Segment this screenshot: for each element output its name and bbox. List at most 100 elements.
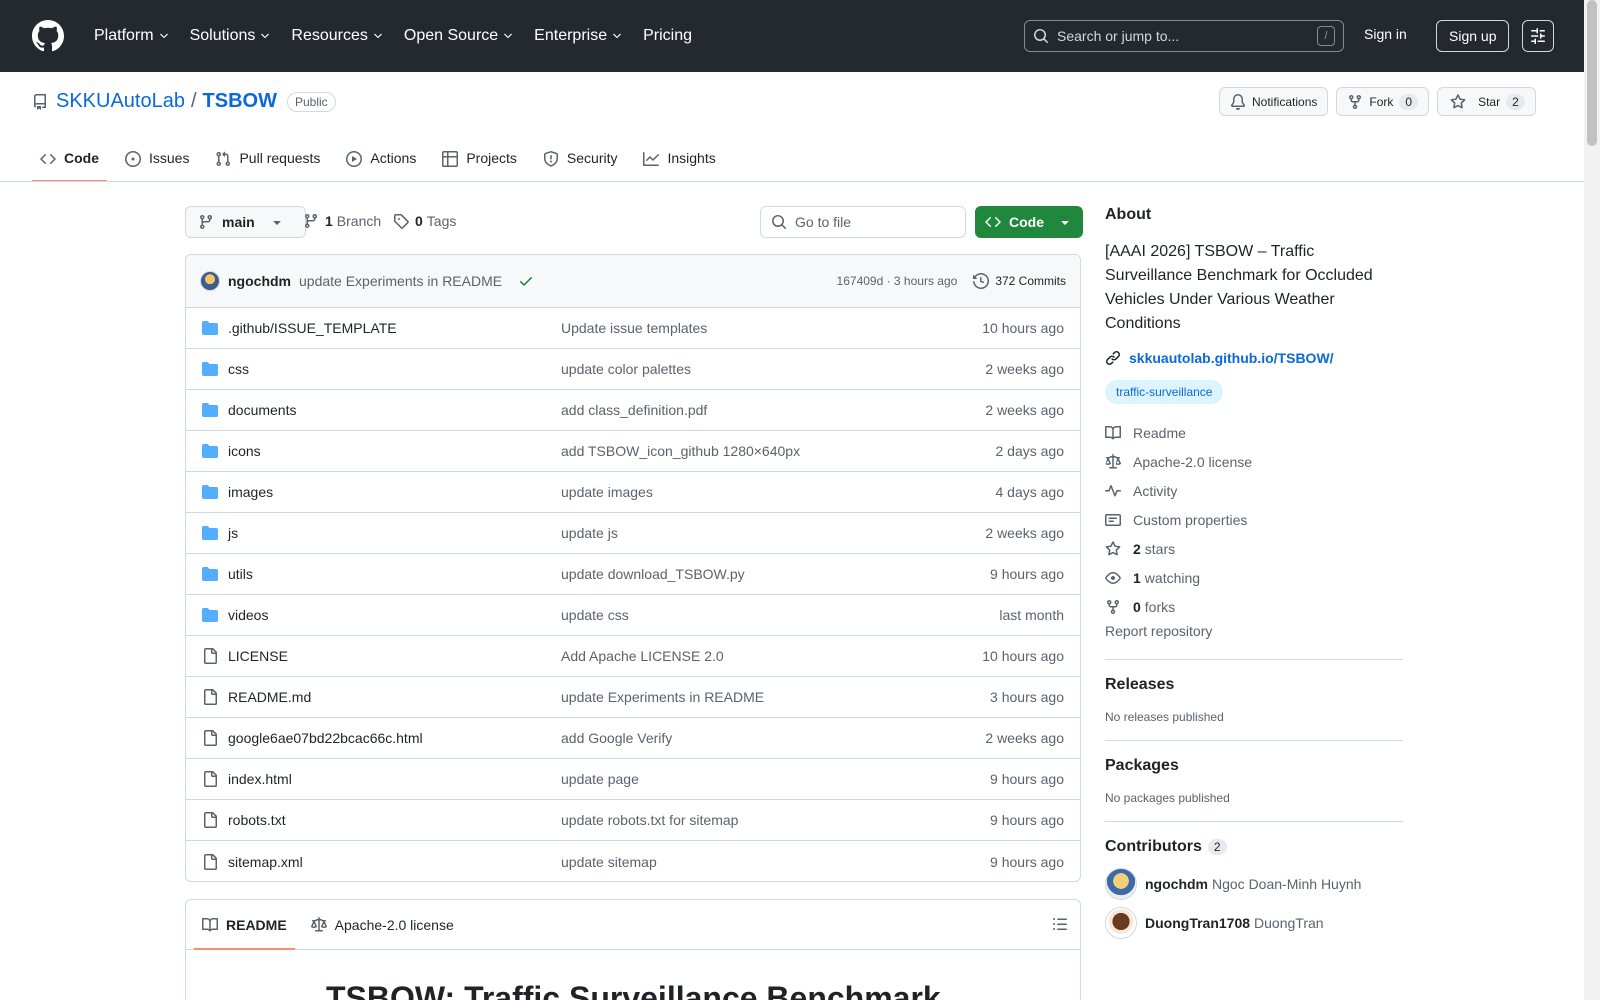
sliders-menu-button[interactable]	[1522, 20, 1554, 52]
github-logo-icon[interactable]	[32, 20, 64, 52]
tab-actions[interactable]: Actions	[338, 142, 424, 182]
table-row[interactable]: README.md update Experiments in README 3 h…	[186, 677, 1080, 718]
tab-pull-requests[interactable]: Pull requests	[207, 142, 328, 182]
nav-pricing[interactable]: Pricing	[635, 27, 700, 45]
file-commit-message-link[interactable]: update download_TSBOW.py	[561, 566, 990, 582]
file-commit-message-link[interactable]: update css	[561, 607, 999, 623]
tab-insights[interactable]: Insights	[635, 142, 723, 182]
file-commit-message-link[interactable]: Add Apache LICENSE 2.0	[561, 648, 982, 664]
global-search-input[interactable]: Search or jump to... /	[1024, 20, 1344, 52]
table-row[interactable]: css update color palettes 2 weeks ago	[186, 349, 1080, 390]
contributors-title[interactable]: Contributors 2	[1105, 838, 1403, 856]
file-name-link[interactable]: utils	[228, 566, 561, 582]
file-commit-message-link[interactable]: update page	[561, 771, 990, 787]
file-name-link[interactable]: robots.txt	[228, 812, 561, 828]
activity-link[interactable]: Activity	[1105, 476, 1403, 505]
stars-link[interactable]: 2 stars	[1105, 534, 1403, 563]
table-row[interactable]: documents add class_definition.pdf 2 weeks…	[186, 390, 1080, 431]
custom-properties-link[interactable]: Custom properties	[1105, 505, 1403, 534]
repo-name-link[interactable]: TSBOW	[203, 90, 277, 113]
table-row[interactable]: icons add TSBOW_icon_github 1280×640px 2 d…	[186, 431, 1080, 472]
file-name-link[interactable]: .github/ISSUE_TEMPLATE	[228, 320, 561, 336]
file-commit-message-link[interactable]: update images	[561, 484, 996, 500]
packages-title[interactable]: Packages	[1105, 757, 1403, 775]
license-link[interactable]: Apache-2.0 license	[1105, 447, 1403, 476]
check-icon[interactable]	[518, 273, 534, 289]
tab-projects[interactable]: Projects	[434, 142, 525, 182]
commit-message-link[interactable]: update Experiments in README	[299, 273, 502, 289]
table-row[interactable]: sitemap.xml update sitemap 9 hours ago	[186, 841, 1080, 881]
tab-code[interactable]: Code	[32, 142, 107, 182]
page-scrollbar[interactable]	[1584, 0, 1600, 1000]
nav-enterprise[interactable]: Enterprise	[526, 27, 631, 45]
table-row[interactable]: videos update css last month	[186, 595, 1080, 636]
file-name-link[interactable]: css	[228, 361, 561, 377]
file-name-link[interactable]: videos	[228, 607, 561, 623]
website-link[interactable]: skkuautolab.github.io/TSBOW/	[1105, 350, 1403, 366]
file-name-link[interactable]: google6ae07bd22bcac66c.html	[228, 730, 561, 746]
tags-link[interactable]: 0 Tags	[393, 213, 456, 229]
file-commit-message-link[interactable]: update sitemap	[561, 854, 990, 870]
tab-issues[interactable]: Issues	[117, 142, 197, 182]
table-row[interactable]: LICENSE Add Apache LICENSE 2.0 10 hours ag…	[186, 636, 1080, 677]
report-repository-link[interactable]: Report repository	[1105, 623, 1403, 643]
table-row[interactable]: images update images 4 days ago	[186, 472, 1080, 513]
table-row[interactable]: google6ae07bd22bcac66c.html add Google Ve…	[186, 718, 1080, 759]
sign-in-link[interactable]: Sign in	[1364, 26, 1407, 42]
star-button[interactable]: Star 2	[1437, 87, 1536, 116]
file-name-link[interactable]: LICENSE	[228, 648, 561, 664]
contributor-login[interactable]: ngochdm	[1145, 876, 1208, 892]
branches-link[interactable]: 1 Branch	[303, 213, 381, 229]
releases-title[interactable]: Releases	[1105, 676, 1403, 694]
file-name-link[interactable]: documents	[228, 402, 561, 418]
commit-hash-time[interactable]: 167409d · 3 hours ago	[837, 274, 958, 288]
forks-link[interactable]: 0 forks	[1105, 592, 1403, 621]
avatar[interactable]	[1105, 907, 1137, 939]
file-commit-message-link[interactable]: update robots.txt for sitemap	[561, 812, 990, 828]
table-row[interactable]: utils update download_TSBOW.py 9 hours ago	[186, 554, 1080, 595]
table-row[interactable]: index.html update page 9 hours ago	[186, 759, 1080, 800]
commits-history-link[interactable]: 372 Commits	[973, 273, 1066, 289]
file-commit-message-link[interactable]: update color palettes	[561, 361, 985, 377]
sign-up-button[interactable]: Sign up	[1436, 20, 1510, 52]
table-of-contents-button[interactable]	[1052, 916, 1068, 932]
fork-button[interactable]: Fork 0	[1336, 87, 1430, 116]
nav-solutions[interactable]: Solutions	[182, 27, 280, 45]
avatar[interactable]	[200, 271, 220, 291]
file-name-link[interactable]: README.md	[228, 689, 561, 705]
go-to-file-input[interactable]: Go to file	[760, 206, 966, 238]
file-name-link[interactable]: js	[228, 525, 561, 541]
nav-resources[interactable]: Resources	[283, 27, 391, 45]
file-commit-message-link[interactable]: Update issue templates	[561, 320, 982, 336]
topic-tag[interactable]: traffic-surveillance	[1105, 380, 1224, 404]
file-commit-message-link[interactable]: update js	[561, 525, 985, 541]
nav-open-source[interactable]: Open Source	[396, 27, 522, 45]
avatar[interactable]	[1105, 868, 1137, 900]
scrollbar-thumb[interactable]	[1587, 0, 1597, 146]
table-row[interactable]: .github/ISSUE_TEMPLATE Update issue templ…	[186, 308, 1080, 349]
file-commit-message-link[interactable]: add Google Verify	[561, 730, 985, 746]
contributor-item[interactable]: ngochdm Ngoc Doan-Minh Huynh	[1105, 868, 1403, 900]
file-name-link[interactable]: icons	[228, 443, 561, 459]
tab-security[interactable]: Security	[535, 142, 626, 182]
file-commit-message-link[interactable]: update Experiments in README	[561, 689, 990, 705]
branch-select-button[interactable]: main	[185, 206, 306, 238]
tab-readme[interactable]: README	[194, 900, 295, 950]
notifications-button[interactable]: Notifications	[1219, 87, 1329, 116]
commit-author-link[interactable]: ngochdm	[228, 273, 291, 289]
readme-link[interactable]: Readme	[1105, 418, 1403, 447]
contributor-item[interactable]: DuongTran1708 DuongTran	[1105, 907, 1403, 939]
file-commit-message-link[interactable]: add TSBOW_icon_github 1280×640px	[561, 443, 996, 459]
repo-owner-link[interactable]: SKKUAutoLab	[56, 90, 185, 113]
file-name-link[interactable]: sitemap.xml	[228, 854, 561, 870]
table-row[interactable]: robots.txt update robots.txt for sitemap 9…	[186, 800, 1080, 841]
file-name-link[interactable]: images	[228, 484, 561, 500]
tab-license[interactable]: Apache-2.0 license	[303, 900, 462, 950]
file-commit-message-link[interactable]: add class_definition.pdf	[561, 402, 985, 418]
nav-platform[interactable]: Platform	[86, 27, 178, 45]
watchers-link[interactable]: 1 watching	[1105, 563, 1403, 592]
contributor-login[interactable]: DuongTran1708	[1145, 915, 1250, 931]
table-row[interactable]: js update js 2 weeks ago	[186, 513, 1080, 554]
code-dropdown-button[interactable]: Code	[975, 206, 1083, 238]
file-name-link[interactable]: index.html	[228, 771, 561, 787]
